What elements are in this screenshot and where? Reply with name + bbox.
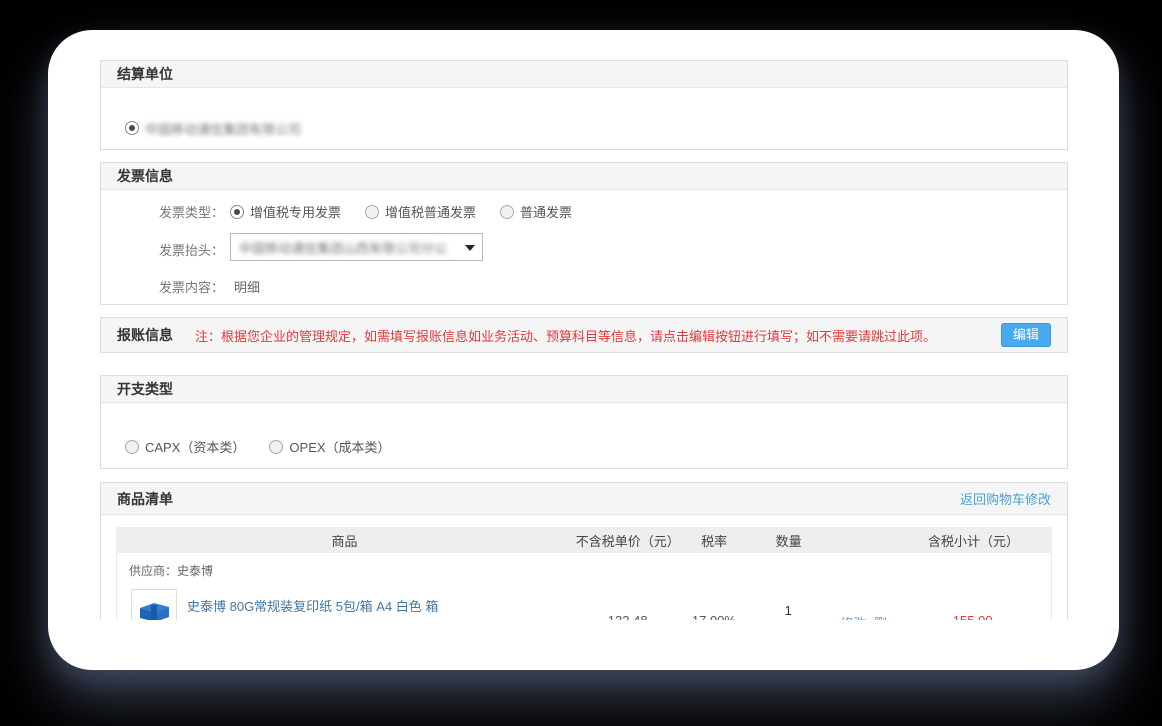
invoice-type-ordinary-radio[interactable] (500, 205, 514, 219)
invoice-section: 发票信息 发票类型： 增值税专用发票 增值税普通发票 (100, 162, 1068, 305)
column-tax-rate: 税率 (682, 531, 746, 550)
invoice-head-select[interactable]: 中国移动通信集团山西有限公司分公 (230, 233, 483, 261)
product-subtotal: 155.00 (894, 589, 1051, 620)
invoice-content-value: 明细 (234, 277, 260, 296)
invoice-content-label: 发票内容： (101, 277, 224, 296)
settlement-company-label: 中国移动通信集团有限公司 (145, 119, 301, 138)
invoice-type-special-vat-radio[interactable] (230, 205, 244, 219)
column-quantity: 数量 (746, 531, 831, 550)
invoice-type-ordinary-label: 普通发票 (520, 202, 572, 221)
products-section: 商品清单 返回购物车修改 商品 不含税单价（元） 税率 数量 含税小计（元） 供… (100, 482, 1068, 620)
settlement-company-option[interactable]: 中国移动通信集团有限公司 (125, 119, 301, 138)
invoice-type-special-vat[interactable]: 增值税专用发票 (230, 202, 341, 221)
invoice-type-options: 增值税专用发票 增值税普通发票 普通发票 (230, 202, 596, 221)
expense-section: 开支类型 CAPX（资本类） OPEX（成本类） (100, 375, 1068, 469)
products-title: 商品清单 (117, 489, 173, 509)
invoice-head-value: 中国移动通信集团山西有限公司分公 (239, 238, 447, 257)
expense-option-capx[interactable]: CAPX（资本类） (125, 437, 245, 456)
products-rows: 供应商：史泰博 (116, 553, 1052, 620)
supplier-label: 供应商：史泰博 (117, 553, 1051, 589)
expense-option-opex[interactable]: OPEX（成本类） (269, 437, 390, 456)
invoice-section-title: 发票信息 (101, 163, 1067, 190)
reimburse-bar: 报账信息 注：根据您企业的管理规定，如需填写报账信息如业务活动、预算科目等信息，… (100, 317, 1068, 353)
back-to-cart-link[interactable]: 返回购物车修改 (960, 489, 1051, 508)
products-header: 商品清单 返回购物车修改 (101, 483, 1067, 515)
product-quantity: 1 (746, 589, 831, 618)
invoice-type-special-vat-label: 增值税专用发票 (250, 202, 341, 221)
expense-opex-label: OPEX（成本类） (289, 437, 390, 456)
product-thumbnail[interactable] (131, 589, 177, 620)
settlement-body: 中国移动通信集团有限公司 (101, 88, 1067, 149)
invoice-type-general-vat-label: 增值税普通发票 (385, 202, 476, 221)
column-unit-price: 不含税单价（元） (573, 531, 682, 550)
invoice-head-row: 发票抬头： 中国移动通信集团山西有限公司分公 (101, 229, 1067, 269)
edit-button[interactable]: 编辑 (1001, 323, 1051, 347)
expense-section-title: 开支类型 (101, 376, 1067, 403)
expense-opex-radio[interactable] (269, 440, 283, 454)
invoice-type-ordinary[interactable]: 普通发票 (500, 202, 572, 221)
invoice-type-label: 发票类型： (101, 202, 224, 221)
product-row: 史泰博 80G常规装复印纸 5包/箱 A4 白色 箱 132.48 17.00%… (117, 589, 1051, 620)
chevron-down-icon (465, 245, 475, 251)
settlement-section: 结算单位 中国移动通信集团有限公司 (100, 60, 1068, 150)
expense-capx-label: CAPX（资本类） (145, 437, 245, 456)
invoice-type-general-vat-radio[interactable] (365, 205, 379, 219)
reimburse-title: 报账信息 (117, 325, 173, 345)
invoice-body: 发票类型： 增值税专用发票 增值税普通发票 普通发票 (101, 190, 1067, 296)
invoice-content-row: 发票内容： 明细 (101, 277, 1067, 296)
products-table-header: 商品 不含税单价（元） 税率 数量 含税小计（元） (116, 527, 1052, 553)
settlement-company-radio[interactable] (125, 121, 139, 135)
content-card: 结算单位 中国移动通信集团有限公司 发票信息 发票类型： 增值税专用发票 (48, 30, 1119, 670)
settlement-section-title: 结算单位 (101, 61, 1067, 88)
invoice-head-label: 发票抬头： (101, 240, 224, 259)
products-body: 商品 不含税单价（元） 税率 数量 含税小计（元） 供应商：史泰博 (101, 515, 1067, 620)
product-unit-price: 132.48 (573, 589, 682, 620)
modify-link[interactable]: 修改 (840, 616, 866, 620)
checkout-page: 结算单位 中国移动通信集团有限公司 发票信息 发票类型： 增值税专用发票 (100, 60, 1068, 620)
product-cell: 史泰博 80G常规装复印纸 5包/箱 A4 白色 箱 (117, 589, 573, 620)
expense-body: CAPX（资本类） OPEX（成本类） (101, 403, 1067, 468)
product-name-link[interactable]: 史泰博 80G常规装复印纸 5包/箱 A4 白色 箱 (187, 599, 438, 615)
paper-box-icon (134, 592, 174, 620)
invoice-type-general-vat[interactable]: 增值税普通发票 (365, 202, 476, 221)
column-subtotal: 含税小计（元） (895, 531, 1052, 550)
product-actions: 修改 删除 (831, 589, 894, 620)
expense-capx-radio[interactable] (125, 440, 139, 454)
reimburse-note: 注：根据您企业的管理规定，如需填写报账信息如业务活动、预算科目等信息，请点击编辑… (195, 326, 936, 345)
product-tax-rate: 17.00% (682, 589, 745, 620)
invoice-type-row: 发票类型： 增值税专用发票 增值税普通发票 普通发票 (101, 202, 1067, 221)
column-product: 商品 (116, 531, 573, 550)
